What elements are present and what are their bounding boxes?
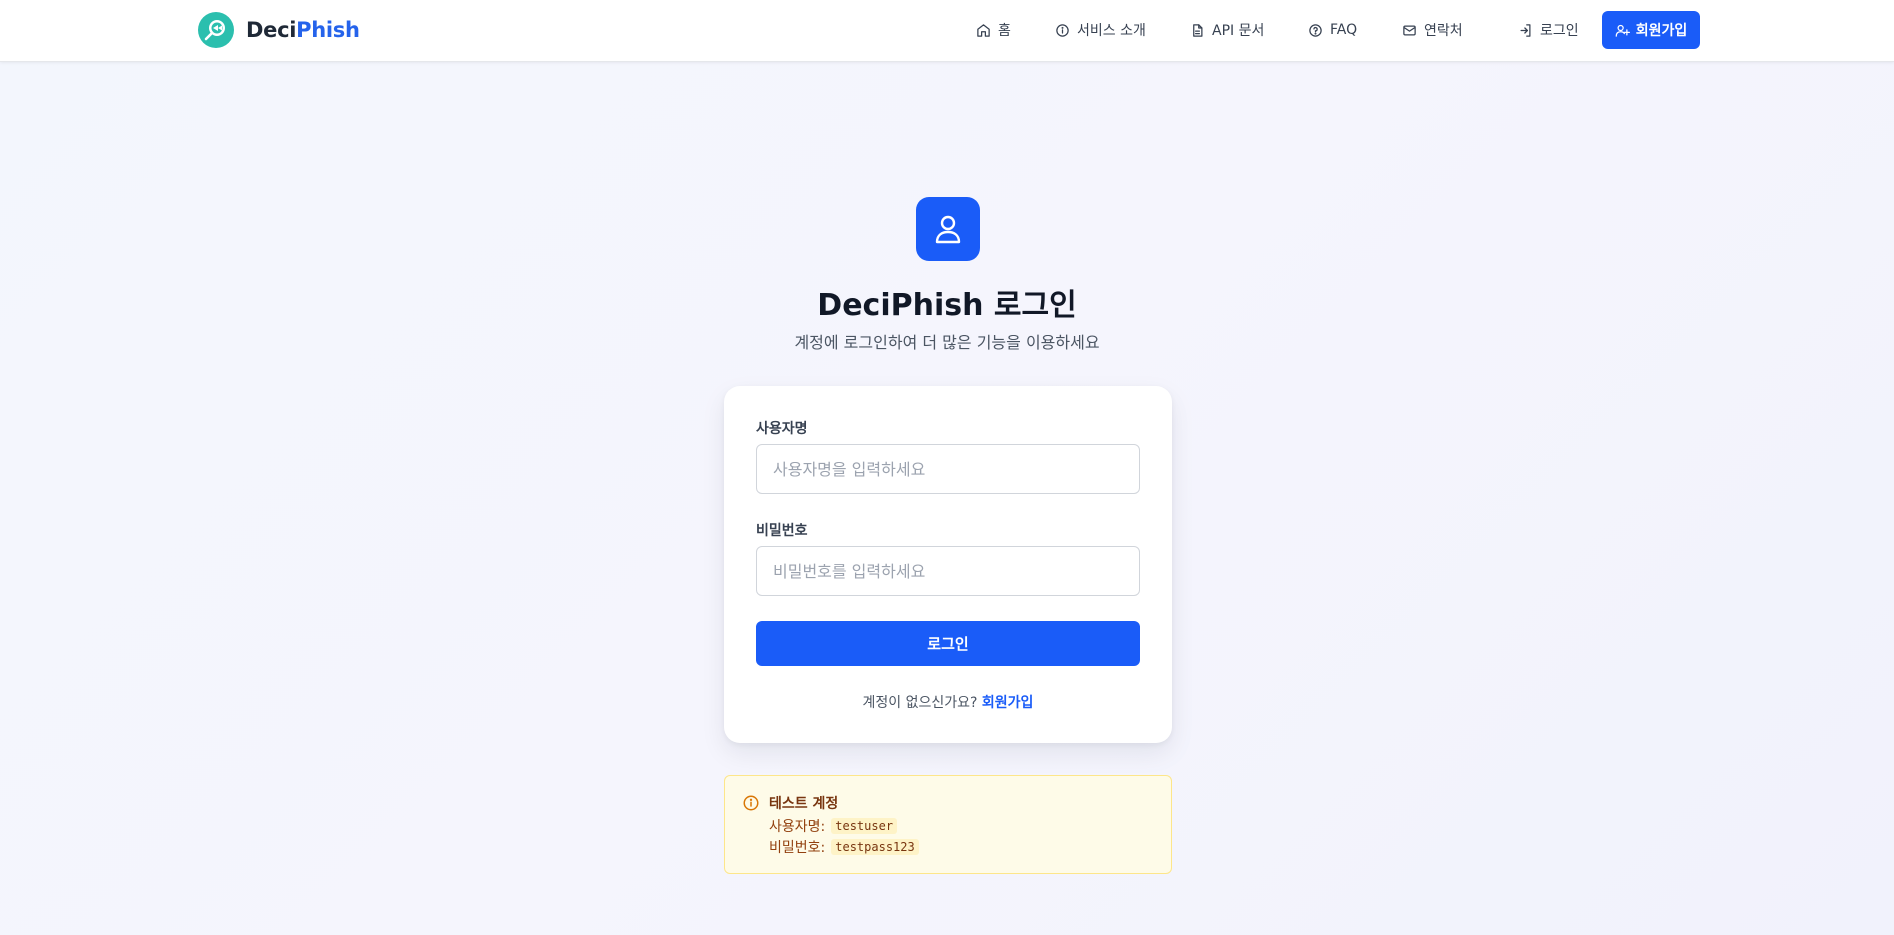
document-icon <box>1193 23 1203 37</box>
nav-api-docs-label: API 문서 <box>1212 23 1265 39</box>
info-icon <box>1056 23 1069 37</box>
login-icon <box>1520 23 1531 37</box>
test-account-title: 테스트 계정 <box>769 796 839 812</box>
logo-text: DeciPhish <box>246 18 360 42</box>
nav-contact[interactable]: 연락처 <box>1402 18 1463 42</box>
home-icon <box>977 23 990 37</box>
password-input[interactable] <box>756 546 1140 596</box>
login-form: 사용자명 비밀번호 로그인 계정이 없으신가요? 회원가입 <box>724 386 1172 743</box>
signup-prompt-text: 계정이 없으신가요? <box>862 695 978 711</box>
test-username-label: 사용자명: <box>769 819 826 835</box>
test-password-row: 비밀번호: testpass123 <box>769 837 919 857</box>
user-plus-icon <box>1615 24 1630 37</box>
signup-link[interactable]: 회원가입 <box>982 695 1034 711</box>
login-button[interactable]: 로그인 <box>756 621 1140 666</box>
nav-contact-label: 연락처 <box>1424 23 1463 39</box>
nav-login-label: 로그인 <box>1540 23 1579 39</box>
nav-about[interactable]: 서비스 소개 <box>1055 18 1146 42</box>
test-password-value: testpass123 <box>831 839 919 855</box>
password-label: 비밀번호 <box>756 523 808 539</box>
user-icon <box>916 197 980 261</box>
username-label: 사용자명 <box>756 421 808 437</box>
nav-about-label: 서비스 소개 <box>1077 23 1146 39</box>
test-username-value: testuser <box>831 818 898 834</box>
nav-api-docs[interactable]: API 문서 <box>1190 18 1264 42</box>
signup-button-label: 회원가입 <box>1635 23 1688 39</box>
nav-faq-label: FAQ <box>1330 22 1358 38</box>
nav-home-label: 홈 <box>998 23 1011 39</box>
nav-home[interactable]: 홈 <box>976 18 1011 42</box>
nav-login[interactable]: 로그인 <box>1518 18 1579 42</box>
page-subtitle: 계정에 로그인하여 더 많은 기능을 이용하세요 <box>794 333 1100 352</box>
logo[interactable]: DeciPhish <box>198 11 360 49</box>
top-navbar: DeciPhish 홈 서비스 소개 API 문서 FAQ 연락처 로그인 회원… <box>0 0 1894 62</box>
test-username-row: 사용자명: testuser <box>769 816 898 836</box>
help-circle-icon <box>1309 23 1322 37</box>
test-password-label: 비밀번호: <box>769 840 826 856</box>
signup-prompt: 계정이 없으신가요? 회원가입 <box>724 692 1172 712</box>
info-icon <box>743 795 759 811</box>
mail-icon <box>1403 25 1416 35</box>
signup-button[interactable]: 회원가입 <box>1602 11 1700 49</box>
nav-faq[interactable]: FAQ <box>1308 18 1357 42</box>
test-account-notice: 테스트 계정 사용자명: testuser 비밀번호: testpass123 <box>724 775 1172 874</box>
logo-icon <box>198 12 234 48</box>
page-title: DeciPhish 로그인 <box>817 288 1077 323</box>
username-input[interactable] <box>756 444 1140 494</box>
